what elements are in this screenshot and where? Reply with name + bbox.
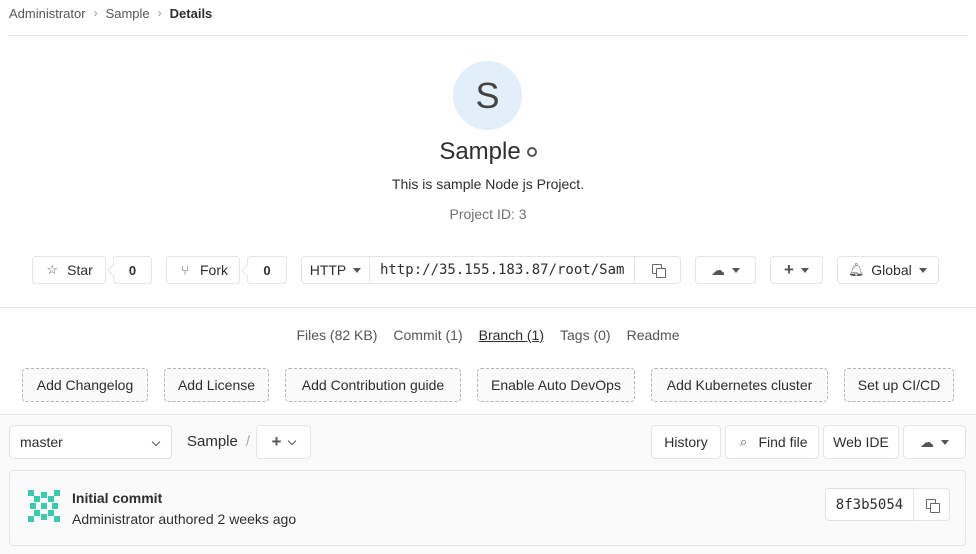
bell-icon: 🔔︎: [848, 262, 865, 277]
project-stats-nav: Files (82 KB) Commit (1) Branch (1) Tags…: [0, 327, 976, 343]
download-icon: ☁: [920, 433, 934, 450]
fork-count[interactable]: 0: [247, 256, 287, 284]
files-link[interactable]: Files (82 KB): [296, 327, 377, 343]
tags-link[interactable]: Tags (0): [560, 327, 611, 343]
history-button[interactable]: History: [651, 425, 721, 459]
star-button[interactable]: ☆ Star: [32, 256, 106, 284]
protocol-dropdown[interactable]: HTTP: [301, 256, 370, 284]
add-dropdown[interactable]: +: [770, 256, 823, 284]
branch-select[interactable]: master: [9, 425, 172, 459]
enable-auto-devops-button[interactable]: Enable Auto DevOps: [477, 368, 635, 402]
path-separator: /: [245, 433, 251, 450]
copy-sha-button[interactable]: [913, 488, 950, 521]
header-divider: [9, 35, 967, 36]
copy-url-button[interactable]: [634, 256, 681, 284]
add-file-dropdown[interactable]: +: [256, 425, 311, 459]
branches-link[interactable]: Branch (1): [479, 327, 544, 343]
commit-title-link[interactable]: Initial commit: [72, 490, 162, 506]
protocol-label: HTTP: [309, 262, 347, 278]
notification-dropdown[interactable]: 🔔︎ Global: [837, 256, 939, 284]
chevron-down-icon: [288, 436, 297, 445]
project-title: Sample: [439, 138, 521, 165]
fork-label: Fork: [200, 262, 228, 278]
star-label: Star: [67, 262, 93, 278]
caret-down-icon: [732, 267, 740, 273]
commit-meta: Administrator authored 2 weeks ago: [72, 511, 297, 527]
add-changelog-button[interactable]: Add Changelog: [22, 368, 148, 402]
path-root-link[interactable]: Sample: [187, 433, 238, 450]
search-icon: ⌕: [739, 434, 748, 449]
fork-icon: ⑂: [181, 262, 189, 278]
star-icon: ☆: [46, 262, 58, 277]
history-label: History: [664, 434, 708, 450]
fork-button[interactable]: ⑂ Fork: [166, 256, 240, 284]
breadcrumb-link-sample[interactable]: Sample: [106, 6, 150, 21]
caret-down-icon: [918, 267, 927, 273]
breadcrumb: Administrator › Sample › Details: [9, 4, 212, 22]
web-ide-button[interactable]: Web IDE: [823, 425, 899, 459]
caret-down-icon: [941, 439, 949, 445]
copy-icon: [925, 498, 940, 513]
download-dropdown[interactable]: ☁: [695, 256, 756, 284]
web-ide-label: Web IDE: [833, 434, 889, 450]
plus-icon: +: [271, 432, 282, 451]
section-divider: [0, 307, 976, 308]
breadcrumb-chevron-icon: ›: [157, 6, 162, 20]
clone-url-input[interactable]: http://35.155.183.87/root/Sam: [369, 256, 635, 284]
last-commit-card: [9, 470, 966, 546]
project-title-row: Sample: [0, 138, 976, 166]
breadcrumb-current[interactable]: Details: [170, 6, 213, 21]
commits-link[interactable]: Commit (1): [393, 327, 462, 343]
project-description: This is sample Node js Project.: [391, 176, 585, 192]
commit-author-avatar: [28, 490, 60, 522]
caret-down-icon: [800, 267, 809, 273]
setup-cicd-button[interactable]: Set up CI/CD: [844, 368, 954, 402]
notification-label: Global: [871, 262, 912, 278]
globe-icon: [526, 147, 537, 157]
find-file-label: Find file: [758, 434, 808, 450]
commit-sha[interactable]: 8f3b5054: [825, 488, 914, 521]
find-file-button[interactable]: ⌕ Find file: [725, 425, 819, 459]
download-icon: ☁: [711, 261, 725, 278]
readme-link[interactable]: Readme: [627, 327, 680, 343]
plus-icon: +: [784, 260, 794, 279]
caret-down-icon: [353, 267, 362, 273]
project-avatar: S: [453, 61, 522, 130]
copy-icon: [651, 264, 666, 278]
download-source-dropdown[interactable]: ☁: [903, 425, 966, 459]
add-kubernetes-cluster-button[interactable]: Add Kubernetes cluster: [651, 368, 828, 402]
add-license-button[interactable]: Add License: [164, 368, 269, 402]
branch-select-value: master: [20, 434, 63, 450]
chevron-down-icon: [151, 437, 161, 447]
breadcrumb-link-administrator[interactable]: Administrator: [9, 6, 86, 21]
path-breadcrumb: Sample /: [187, 433, 250, 450]
add-contribution-guide-button[interactable]: Add Contribution guide: [285, 368, 461, 402]
breadcrumb-chevron-icon: ›: [93, 6, 98, 20]
project-id: Project ID: 3: [449, 206, 527, 222]
star-count[interactable]: 0: [113, 256, 152, 284]
